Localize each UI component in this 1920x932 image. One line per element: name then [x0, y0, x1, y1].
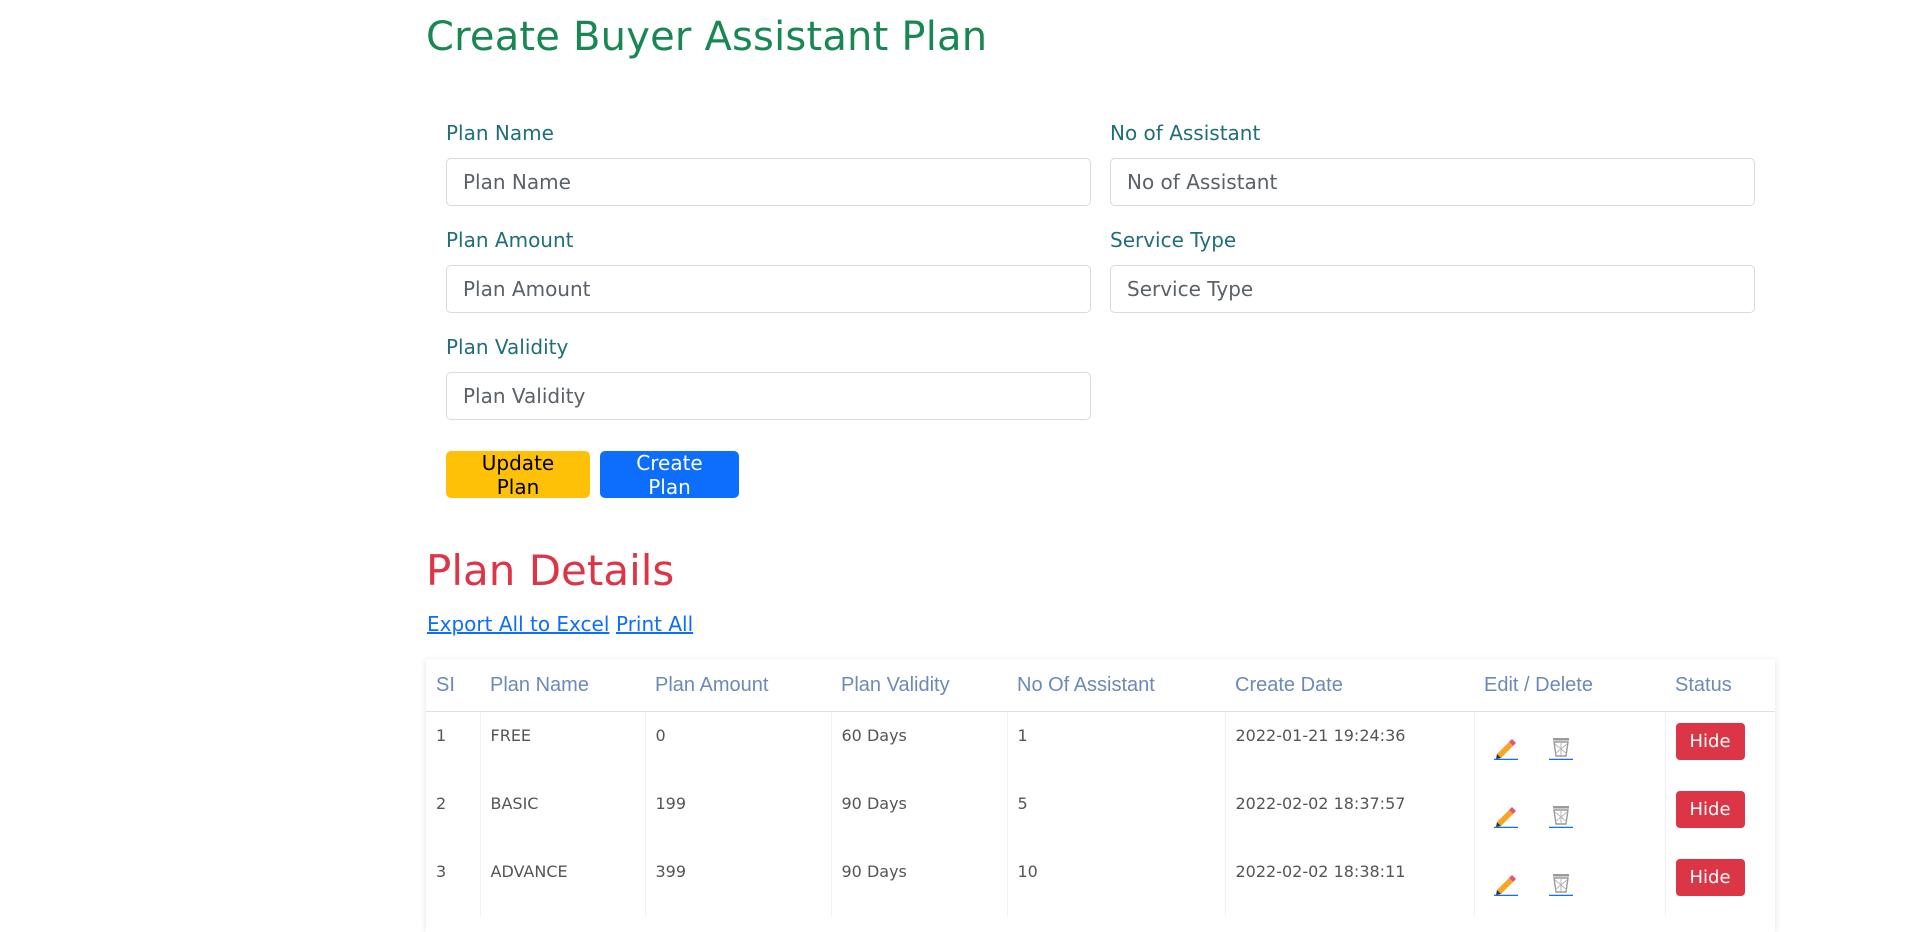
- cell-si: 1: [426, 711, 481, 780]
- hide-button[interactable]: Hide: [1675, 858, 1745, 896]
- col-plan-validity: Plan Validity: [831, 659, 1007, 712]
- cell-si: 2: [426, 779, 481, 848]
- cell-plan-name: ADVANCE: [480, 847, 646, 916]
- cell-actions: [1474, 779, 1666, 848]
- cell-no-of-assistant: 1: [1007, 711, 1226, 780]
- plan-table: SI Plan Name Plan Amount Plan Validity N…: [426, 659, 1775, 932]
- table-header: SI Plan Name Plan Amount Plan Validity N…: [426, 659, 1775, 712]
- cell-status: Hide: [1665, 780, 1775, 848]
- table-row: 2 BASIC 199 90 Days 5 2022-02-02 18:37:5…: [426, 779, 1775, 848]
- plan-validity-label: Plan Validity: [446, 335, 569, 359]
- cell-create-date: 2022-02-02 18:37:57: [1225, 779, 1475, 848]
- col-plan-amount: Plan Amount: [645, 659, 831, 712]
- no-of-assistant-label: No of Assistant: [1110, 121, 1261, 145]
- col-edit-delete: Edit / Delete: [1474, 659, 1665, 712]
- cell-create-date: 2022-02-02 18:38:11: [1225, 847, 1475, 916]
- plan-amount-label: Plan Amount: [446, 228, 574, 252]
- page: Create Buyer Assistant Plan Plan Name No…: [0, 0, 1920, 932]
- update-plan-button[interactable]: Update Plan: [446, 451, 590, 499]
- cell-si: 3: [426, 847, 481, 916]
- pencil-icon[interactable]: [1493, 802, 1519, 828]
- cell-status: Hide: [1665, 712, 1775, 780]
- col-no-of-assistant: No Of Assistant: [1007, 659, 1225, 712]
- cell-plan-validity: 60 Days: [831, 711, 1008, 780]
- export-excel-link[interactable]: Export All to Excel: [427, 612, 609, 636]
- cell-status: Hide: [1665, 848, 1775, 916]
- plan-name-label: Plan Name: [446, 121, 554, 145]
- cell-plan-validity: 90 Days: [831, 779, 1008, 848]
- cell-actions: [1474, 711, 1666, 780]
- service-type-label: Service Type: [1110, 228, 1237, 252]
- trash-icon[interactable]: [1548, 802, 1574, 828]
- service-type-input[interactable]: [1110, 265, 1755, 313]
- cell-no-of-assistant: 5: [1007, 779, 1226, 848]
- hide-button[interactable]: Hide: [1675, 723, 1745, 760]
- trash-icon[interactable]: [1548, 734, 1574, 761]
- hide-button[interactable]: Hide: [1675, 790, 1745, 828]
- col-status: Status: [1665, 659, 1775, 712]
- plan-validity-input[interactable]: [446, 372, 1091, 420]
- print-all-link[interactable]: Print All: [616, 612, 693, 636]
- col-create-date: Create Date: [1225, 659, 1474, 712]
- cell-plan-amount: 399: [645, 847, 832, 916]
- col-si: SI: [426, 659, 480, 712]
- no-of-assistant-input[interactable]: [1110, 158, 1755, 206]
- cell-plan-amount: 199: [645, 779, 832, 848]
- cell-plan-name: BASIC: [480, 779, 646, 848]
- plan-amount-input[interactable]: [446, 265, 1091, 313]
- create-plan-button[interactable]: Create Plan: [600, 451, 739, 499]
- plan-name-input[interactable]: [446, 158, 1091, 206]
- page-title: Create Buyer Assistant Plan: [426, 14, 988, 60]
- cell-plan-validity: 90 Days: [831, 847, 1008, 916]
- plan-details-title: Plan Details: [426, 546, 675, 595]
- table-row: 1 FREE 0 60 Days 1 2022-01-21 19:24:36 H…: [426, 711, 1775, 780]
- pencil-icon[interactable]: [1493, 870, 1519, 896]
- cell-no-of-assistant: 10: [1007, 847, 1226, 916]
- col-plan-name: Plan Name: [480, 659, 645, 712]
- cell-create-date: 2022-01-21 19:24:36: [1225, 711, 1475, 780]
- cell-plan-amount: 0: [645, 711, 832, 780]
- cell-plan-name: FREE: [480, 711, 646, 780]
- trash-icon[interactable]: [1548, 870, 1574, 896]
- pencil-icon[interactable]: [1493, 734, 1519, 761]
- cell-actions: [1474, 847, 1666, 916]
- table-row: 3 ADVANCE 399 90 Days 10 2022-02-02 18:3…: [426, 847, 1775, 916]
